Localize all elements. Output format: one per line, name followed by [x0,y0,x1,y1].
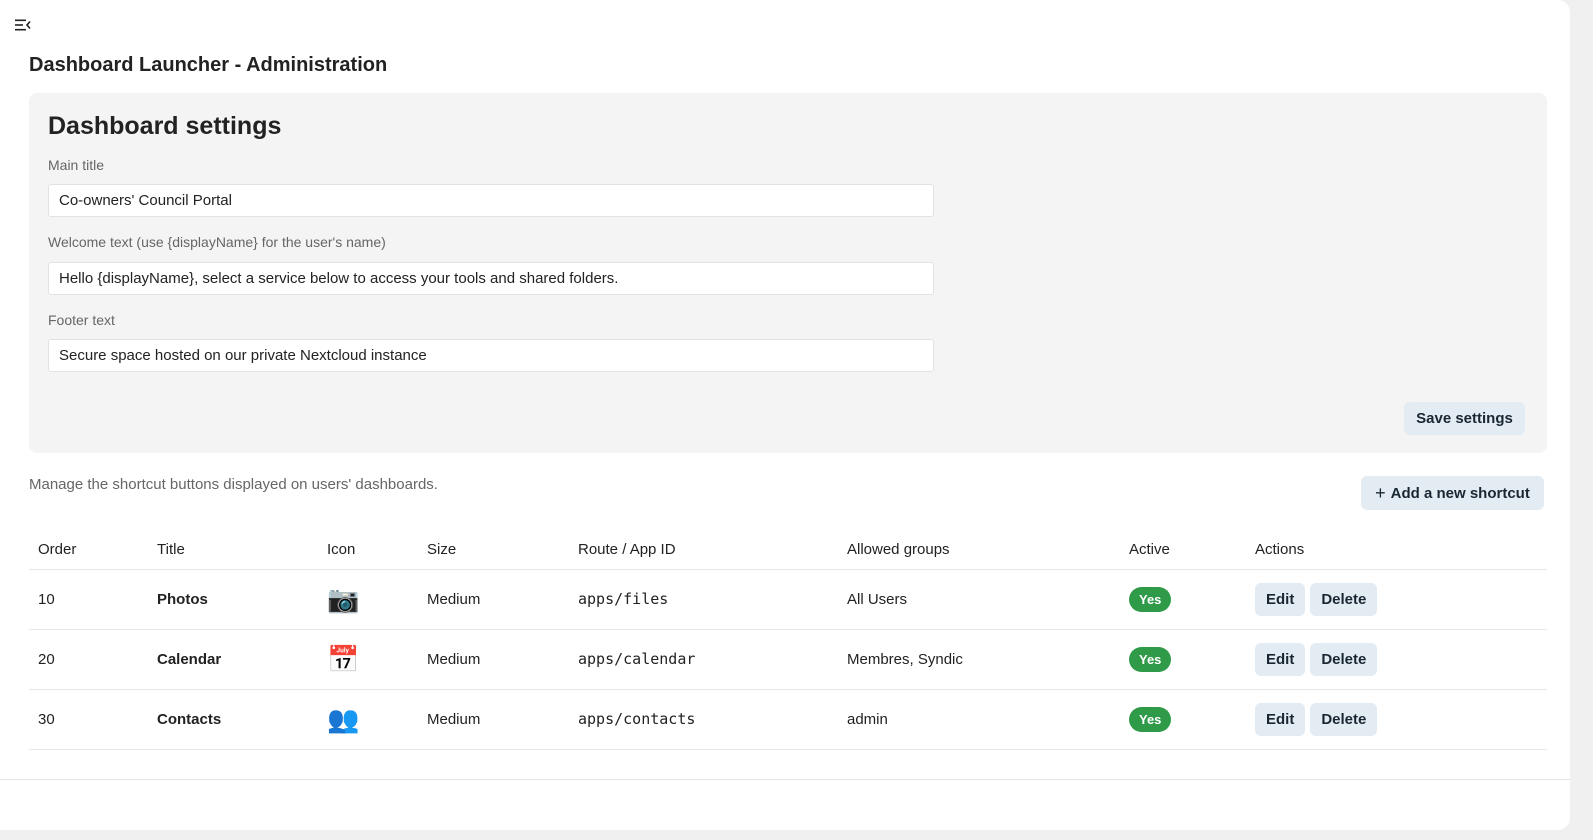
app-window: Dashboard Launcher - Administration Dash… [0,0,1570,830]
welcome-text-input[interactable] [48,262,934,295]
column-header-active: Active [1120,530,1246,570]
main-title-input[interactable] [48,184,934,217]
table-row: 30 Contacts 👥 Medium apps/contacts admin… [29,689,1547,750]
active-badge: Yes [1129,706,1172,732]
delete-button[interactable]: Delete [1310,642,1378,676]
row-icon-cell: 📷 [318,569,418,630]
column-header-actions: Actions [1246,530,1547,570]
footer-text-label: Footer text [48,312,115,328]
column-header-groups: Allowed groups [838,530,1120,570]
row-order: 10 [29,569,148,630]
save-settings-button[interactable]: Save settings [1404,402,1525,435]
edit-button[interactable]: Edit [1255,702,1306,736]
delete-button[interactable]: Delete [1310,582,1378,616]
row-groups: All Users [838,569,1120,630]
add-shortcut-label: Add a new shortcut [1390,484,1530,502]
plus-icon: + [1375,483,1386,503]
contacts-icon: 👥 [327,704,360,734]
row-icon-cell: 📅 [318,629,418,690]
row-title: Contacts [148,689,318,750]
shortcuts-description: Manage the shortcut buttons displayed on… [29,476,438,493]
calendar-icon: 📅 [327,644,360,674]
dashboard-settings-card: Dashboard settings Main title Welcome te… [29,93,1547,453]
row-route: apps/contacts [569,689,838,750]
row-size: Medium [418,629,569,690]
row-active-cell: Yes [1120,629,1246,690]
row-actions: Edit Delete [1246,569,1547,630]
page-title: Dashboard Launcher - Administration [29,54,388,76]
table-row: 20 Calendar 📅 Medium apps/calendar Membr… [29,629,1547,690]
add-shortcut-button[interactable]: + Add a new shortcut [1361,476,1544,510]
column-header-title: Title [148,530,318,570]
row-actions: Edit Delete [1246,689,1547,750]
table-row: 10 Photos 📷 Medium apps/files All Users … [29,569,1547,630]
row-groups: Membres, Syndic [838,629,1120,690]
welcome-text-label: Welcome text (use {displayName} for the … [48,234,386,250]
column-header-size: Size [418,530,569,570]
column-header-route: Route / App ID [569,530,838,570]
edit-button[interactable]: Edit [1255,642,1306,676]
row-order: 30 [29,689,148,750]
row-size: Medium [418,569,569,630]
row-actions: Edit Delete [1246,629,1547,690]
footer-divider [0,779,1570,780]
row-route: apps/files [569,569,838,630]
row-route: apps/calendar [569,629,838,690]
row-title: Photos [148,569,318,630]
menu-toggle-icon[interactable] [12,14,34,36]
settings-heading: Dashboard settings [48,112,282,140]
edit-button[interactable]: Edit [1255,582,1306,616]
row-groups: admin [838,689,1120,750]
row-size: Medium [418,689,569,750]
camera-icon: 📷 [327,584,360,614]
footer-text-input[interactable] [48,339,934,372]
row-icon-cell: 👥 [318,689,418,750]
active-badge: Yes [1129,586,1172,612]
row-active-cell: Yes [1120,689,1246,750]
main-title-label: Main title [48,157,105,173]
column-header-order: Order [29,530,148,570]
row-title: Calendar [148,629,318,690]
row-order: 20 [29,629,148,690]
table-header-row: Order Title Icon Size Route / App ID All… [29,530,1547,570]
active-badge: Yes [1129,646,1172,672]
row-active-cell: Yes [1120,569,1246,630]
shortcuts-table: Order Title Icon Size Route / App ID All… [29,530,1547,750]
column-header-icon: Icon [318,530,418,570]
delete-button[interactable]: Delete [1310,702,1378,736]
